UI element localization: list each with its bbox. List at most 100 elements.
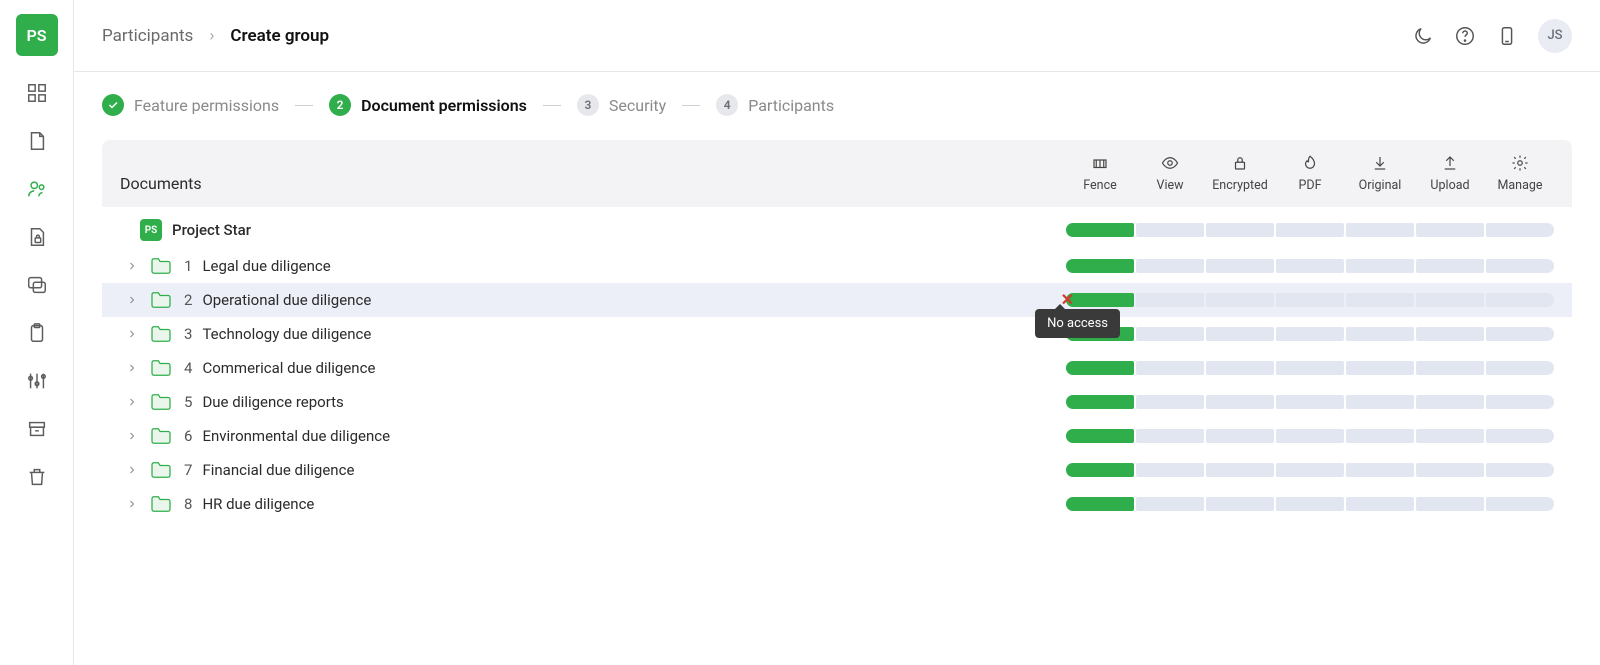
perm-seg-manage[interactable] (1486, 429, 1554, 443)
tree-row[interactable]: 6 Environmental due diligence (102, 419, 1572, 453)
perm-seg-encrypted[interactable] (1206, 223, 1274, 237)
perm-seg-fence[interactable] (1066, 361, 1134, 375)
perm-seg-upload[interactable] (1416, 223, 1484, 237)
tree-row[interactable]: 2 Operational due diligence ✕ No access (102, 283, 1572, 317)
perm-seg-encrypted[interactable] (1206, 259, 1274, 273)
expand-toggle[interactable] (124, 394, 140, 410)
expand-toggle[interactable] (124, 496, 140, 512)
perm-seg-manage[interactable] (1486, 463, 1554, 477)
expand-toggle[interactable] (124, 326, 140, 342)
documents-icon[interactable] (26, 130, 48, 152)
perm-seg-manage[interactable] (1486, 497, 1554, 511)
perm-seg-pdf[interactable] (1276, 327, 1344, 341)
perm-seg-view[interactable] (1136, 293, 1204, 307)
perm-seg-original[interactable] (1346, 259, 1414, 273)
device-icon[interactable] (1496, 25, 1518, 47)
perm-seg-view[interactable] (1136, 361, 1204, 375)
perm-seg-upload[interactable] (1416, 293, 1484, 307)
perm-seg-original[interactable] (1346, 463, 1414, 477)
perm-seg-manage[interactable] (1486, 259, 1554, 273)
expand-toggle[interactable] (124, 462, 140, 478)
perm-seg-original[interactable] (1346, 293, 1414, 307)
breadcrumb-parent[interactable]: Participants (102, 26, 193, 46)
perm-seg-original[interactable] (1346, 429, 1414, 443)
perm-seg-upload[interactable] (1416, 361, 1484, 375)
perm-seg-fence[interactable] (1066, 293, 1134, 307)
permission-bar (1066, 293, 1554, 307)
tree-row[interactable]: 8 HR due diligence (102, 487, 1572, 521)
perm-seg-view[interactable] (1136, 327, 1204, 341)
perm-seg-pdf[interactable] (1276, 361, 1344, 375)
perm-seg-encrypted[interactable] (1206, 395, 1274, 409)
step-document-permissions[interactable]: 2 Document permissions (329, 94, 527, 116)
step-feature-permissions[interactable]: Feature permissions (102, 94, 279, 116)
step-security[interactable]: 3 Security (577, 94, 666, 116)
settings-sliders-icon[interactable] (26, 370, 48, 392)
tree-root-row[interactable]: PS Project Star (102, 211, 1572, 249)
participants-icon[interactable] (26, 178, 48, 200)
perm-seg-pdf[interactable] (1276, 259, 1344, 273)
perm-seg-encrypted[interactable] (1206, 293, 1274, 307)
trash-icon[interactable] (26, 466, 48, 488)
perm-seg-pdf[interactable] (1276, 463, 1344, 477)
perm-seg-view[interactable] (1136, 463, 1204, 477)
expand-toggle[interactable] (124, 258, 140, 274)
perm-seg-view[interactable] (1136, 259, 1204, 273)
perm-seg-upload[interactable] (1416, 463, 1484, 477)
secure-docs-icon[interactable] (26, 226, 48, 248)
project-badge[interactable]: PS (16, 14, 58, 56)
perm-seg-pdf[interactable] (1276, 395, 1344, 409)
perm-seg-pdf[interactable] (1276, 223, 1344, 237)
perm-seg-view[interactable] (1136, 395, 1204, 409)
perm-seg-manage[interactable] (1486, 293, 1554, 307)
dashboard-icon[interactable] (26, 82, 48, 104)
perm-seg-upload[interactable] (1416, 395, 1484, 409)
tree-row[interactable]: 1 Legal due diligence (102, 249, 1572, 283)
perm-seg-fence[interactable] (1066, 223, 1134, 237)
perm-seg-pdf[interactable] (1276, 429, 1344, 443)
tree-row[interactable]: 3 Technology due diligence (102, 317, 1572, 351)
perm-seg-fence[interactable] (1066, 463, 1134, 477)
perm-seg-manage[interactable] (1486, 327, 1554, 341)
perm-seg-view[interactable] (1136, 429, 1204, 443)
expand-toggle[interactable] (124, 292, 140, 308)
qa-icon[interactable] (26, 274, 48, 296)
expand-toggle[interactable] (124, 360, 140, 376)
perm-seg-fence[interactable] (1066, 395, 1134, 409)
perm-seg-original[interactable] (1346, 395, 1414, 409)
perm-seg-encrypted[interactable] (1206, 361, 1274, 375)
help-icon[interactable] (1454, 25, 1476, 47)
perm-seg-encrypted[interactable] (1206, 327, 1274, 341)
perm-seg-original[interactable] (1346, 223, 1414, 237)
clipboard-icon[interactable] (26, 322, 48, 344)
perm-seg-encrypted[interactable] (1206, 463, 1274, 477)
tree-row[interactable]: 5 Due diligence reports (102, 385, 1572, 419)
perm-seg-manage[interactable] (1486, 361, 1554, 375)
archive-icon[interactable] (26, 418, 48, 440)
perm-seg-fence[interactable] (1066, 429, 1134, 443)
dark-mode-icon[interactable] (1412, 25, 1434, 47)
perm-seg-original[interactable] (1346, 497, 1414, 511)
perm-seg-manage[interactable] (1486, 395, 1554, 409)
perm-seg-view[interactable] (1136, 497, 1204, 511)
perm-seg-view[interactable] (1136, 223, 1204, 237)
permission-bar (1066, 259, 1554, 273)
tree-row[interactable]: 4 Commerical due diligence (102, 351, 1572, 385)
perm-seg-pdf[interactable] (1276, 293, 1344, 307)
perm-seg-fence[interactable] (1066, 497, 1134, 511)
step-participants[interactable]: 4 Participants (716, 94, 834, 116)
perm-seg-upload[interactable] (1416, 497, 1484, 511)
perm-seg-encrypted[interactable] (1206, 429, 1274, 443)
perm-seg-upload[interactable] (1416, 259, 1484, 273)
tree-row[interactable]: 7 Financial due diligence (102, 453, 1572, 487)
expand-toggle[interactable] (124, 428, 140, 444)
perm-seg-upload[interactable] (1416, 429, 1484, 443)
perm-seg-pdf[interactable] (1276, 497, 1344, 511)
perm-seg-original[interactable] (1346, 327, 1414, 341)
perm-seg-fence[interactable] (1066, 259, 1134, 273)
perm-seg-original[interactable] (1346, 361, 1414, 375)
perm-seg-upload[interactable] (1416, 327, 1484, 341)
perm-seg-encrypted[interactable] (1206, 497, 1274, 511)
perm-seg-manage[interactable] (1486, 223, 1554, 237)
user-avatar[interactable]: JS (1538, 19, 1572, 53)
